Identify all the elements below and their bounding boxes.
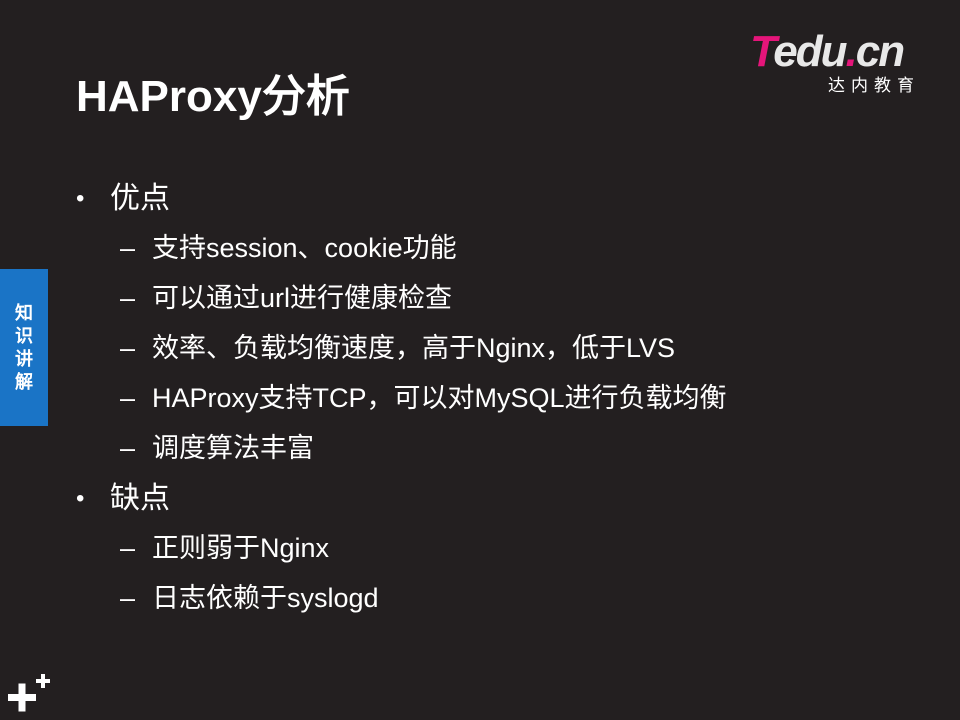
tedu-logo: Tedu.cn 达内教育 [750, 28, 930, 98]
list-item-text: 可以通过url进行健康检查 [152, 283, 453, 313]
list-item-text: 日志依赖于syslogd [152, 583, 379, 613]
dash-mark: – [120, 433, 136, 463]
list-item-text: 调度算法丰富 [152, 433, 314, 463]
logo-letter-t: T [750, 27, 775, 76]
logo-letters-cn: cn [855, 27, 905, 76]
section-label: 缺点 [110, 482, 170, 515]
side-tab-knowledge: 知识讲解 [0, 269, 48, 426]
list-item-text: 正则弱于Nginx [152, 533, 330, 563]
list-item: – 可以通过url进行健康检查 [76, 276, 936, 326]
logo-subtitle: 达内教育 [828, 76, 920, 95]
plus-icon [8, 674, 50, 712]
logo-letters-edu: edu [773, 27, 847, 76]
dash-mark: – [120, 233, 136, 263]
slide: HAProxy分析 Tedu.cn 达内教育 知识讲解 • 优点 – 支持ses… [0, 0, 960, 720]
list-item-text: HAProxy支持TCP，可以对MySQL进行负载均衡 [152, 383, 727, 413]
dash-mark: – [120, 383, 136, 413]
section-label: 优点 [110, 182, 170, 215]
list-item: – 日志依赖于syslogd [76, 576, 936, 626]
bullet-mark: • [76, 185, 85, 212]
list-item: – 调度算法丰富 [76, 426, 936, 476]
list-item: – 支持session、cookie功能 [76, 226, 936, 276]
side-tab-label: 知识讲解 [15, 302, 33, 392]
list-item: – 正则弱于Nginx [76, 526, 936, 576]
logo-wordmark: Tedu.cn [750, 27, 905, 76]
dash-mark: – [120, 533, 136, 563]
bullet-list: • 优点 – 支持session、cookie功能 – 可以通过url进行健康检… [76, 176, 936, 626]
logo-dot: . [845, 27, 857, 76]
list-item-text: 效率、负载均衡速度，高于Nginx，低于LVS [152, 333, 676, 363]
slide-title: HAProxy分析 [76, 72, 350, 121]
bullet-mark: • [76, 485, 85, 512]
dash-mark: – [120, 283, 136, 313]
section-cons: • 缺点 [76, 476, 936, 526]
section-pros: • 优点 [76, 176, 936, 226]
list-item-text: 支持session、cookie功能 [152, 233, 457, 263]
list-item: – HAProxy支持TCP，可以对MySQL进行负载均衡 [76, 376, 936, 426]
dash-mark: – [120, 333, 136, 363]
dash-mark: – [120, 583, 136, 613]
list-item: – 效率、负载均衡速度，高于Nginx，低于LVS [76, 326, 936, 376]
